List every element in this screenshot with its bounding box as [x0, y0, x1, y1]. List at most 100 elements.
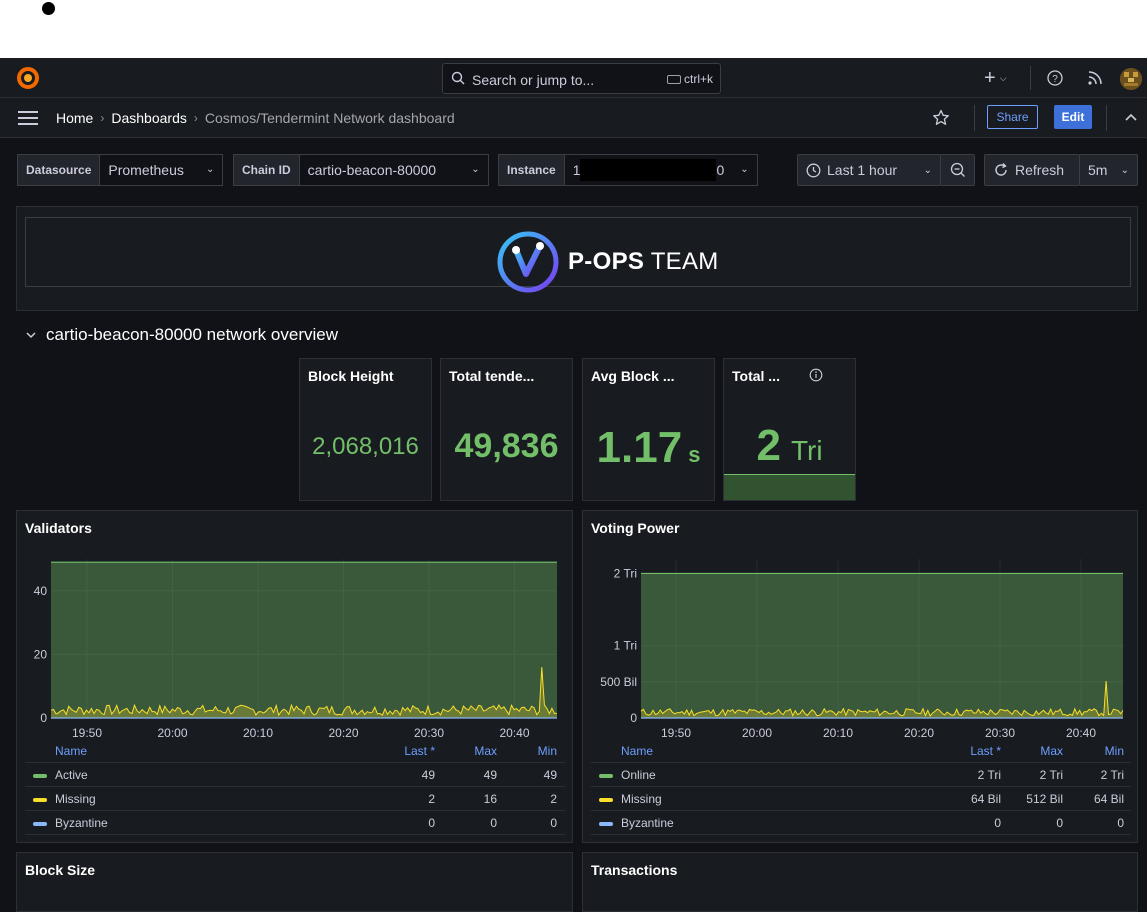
top-bar: Search or jump to... ctrl+k + ⌵ ?	[0, 58, 1147, 98]
chevron-right-icon: ›	[193, 111, 198, 125]
datasource-select[interactable]: Prometheus ⌄	[100, 154, 224, 186]
zoom-out-button[interactable]	[940, 154, 975, 186]
stat-title: Avg Block ...	[591, 368, 675, 384]
block-size-panel[interactable]: Block Size	[16, 852, 573, 912]
news-feed-icon[interactable]	[1087, 70, 1103, 86]
legend-swatch	[33, 821, 47, 826]
stat-panel-total-voting[interactable]: Total ... 2 Tri	[723, 358, 856, 501]
x-tick-label: 19:50	[72, 726, 102, 740]
divider	[591, 762, 1131, 763]
voting-power-chart: 19:50 20:00 20:10 20:20 20:30 20:40 2 Tri 1 Tri…	[600, 559, 1124, 740]
chevron-down-icon: ⌄	[471, 164, 480, 175]
legend-item-byzantine[interactable]: Byzantine	[599, 816, 674, 830]
series-area-online	[641, 573, 1123, 718]
legend-header-last[interactable]: Last *	[387, 744, 435, 758]
stat-unit: s	[688, 442, 701, 467]
legend-swatch	[599, 821, 613, 826]
legend-last: 2 Tri	[977, 768, 1001, 782]
breadcrumb-dashboards[interactable]: Dashboards	[111, 110, 187, 126]
breadcrumb-home[interactable]: Home	[56, 110, 93, 126]
legend-item-online[interactable]: Online	[599, 768, 656, 782]
legend-header-min[interactable]: Min	[517, 744, 557, 758]
user-avatar[interactable]	[1120, 68, 1142, 90]
validators-chart: 19:50 20:00 20:10 20:20 20:30 20:40 40 20 0	[34, 559, 558, 740]
divider	[1030, 66, 1031, 90]
stat-value: 49,836	[454, 427, 559, 465]
voting-power-panel[interactable]: Voting Power 19:50 20:00 20:10 20:20 20:30 20…	[582, 510, 1138, 843]
legend-max: 512 Bil	[1026, 792, 1063, 806]
legend-header-max[interactable]: Max	[457, 744, 497, 758]
stat-panel-block-height[interactable]: Block Height 2,068,016	[299, 358, 432, 501]
search-shortcut: ctrl+k	[666, 72, 713, 86]
chevron-down-icon: ⌄	[205, 164, 215, 175]
divider	[591, 834, 1131, 835]
refresh-label: Refresh	[1015, 162, 1065, 178]
refresh-interval-picker[interactable]: 5m ⌄	[1079, 154, 1138, 186]
x-tick-label: 20:20	[328, 726, 358, 740]
p-ops-logo-icon	[497, 231, 559, 293]
panel-title: Block Size	[25, 862, 96, 878]
chevron-down-icon: ⌄	[923, 164, 932, 176]
legend-last: 64 Bil	[970, 792, 1001, 806]
panel-title: Validators	[25, 520, 92, 536]
legend-last: 49	[421, 768, 435, 782]
chevron-up-icon[interactable]	[1124, 110, 1138, 124]
plus-icon: +	[984, 66, 996, 89]
legend-min: 49	[543, 768, 557, 782]
datasource-value: Prometheus	[108, 162, 184, 178]
legend-header-name[interactable]: Name	[621, 744, 653, 758]
time-range-picker[interactable]: Last 1 hour ⌄	[797, 154, 941, 186]
x-tick-label: 20:10	[823, 726, 853, 740]
validators-panel[interactable]: Validators 19:50 20:00 20:10 20:20 20:30 20:4…	[16, 510, 573, 843]
row-header[interactable]: cartio-beacon-80000 network overview	[26, 325, 338, 345]
share-button[interactable]: Share	[987, 105, 1038, 129]
legend-item-byzantine[interactable]: Byzantine	[33, 816, 108, 830]
chain-id-select[interactable]: cartio-beacon-80000 ⌄	[299, 154, 489, 186]
star-icon[interactable]	[932, 109, 950, 127]
legend-item-missing[interactable]: Missing	[599, 792, 662, 806]
x-tick-label: 20:10	[243, 726, 273, 740]
team-logo: P-OPS TEAM	[496, 230, 719, 294]
legend-swatch	[33, 773, 47, 778]
team-name: P-OPS TEAM	[568, 248, 719, 276]
y-tick-label: 20	[34, 647, 48, 661]
legend-header-min[interactable]: Min	[1076, 744, 1124, 758]
legend-header-max[interactable]: Max	[1015, 744, 1063, 758]
legend-swatch	[599, 797, 613, 802]
legend-name: Missing	[55, 792, 96, 806]
legend-min: 2	[550, 792, 557, 806]
divider	[974, 105, 975, 131]
legend-header-name[interactable]: Name	[55, 744, 87, 758]
divider	[25, 786, 565, 787]
page-top-area	[0, 0, 1147, 58]
y-tick-label: 500 Bil	[600, 675, 637, 689]
legend-item-missing[interactable]: Missing	[33, 792, 96, 806]
help-icon[interactable]: ?	[1047, 70, 1063, 86]
grafana-logo-icon[interactable]	[16, 66, 40, 90]
row-title: cartio-beacon-80000 network overview	[46, 325, 338, 344]
redacted-block	[580, 159, 717, 181]
transactions-panel[interactable]: Transactions	[582, 852, 1138, 912]
bullet-dot	[42, 2, 55, 15]
stat-panel-total-tendermint[interactable]: Total tende... 49,836	[440, 358, 573, 501]
stat-title: Total ...	[732, 368, 780, 384]
divider	[591, 786, 1131, 787]
divider	[25, 834, 565, 835]
search-bar[interactable]: Search or jump to... ctrl+k	[442, 63, 721, 94]
stat-panel-avg-block[interactable]: Avg Block ... 1.17 s	[582, 358, 715, 501]
divider	[25, 810, 565, 811]
series-area-active	[51, 562, 557, 718]
legend-item-active[interactable]: Active	[33, 768, 88, 782]
menu-toggle-icon[interactable]	[18, 111, 38, 129]
add-new-button[interactable]: + ⌵	[984, 58, 1007, 98]
svg-text:?: ?	[1052, 74, 1058, 85]
refresh-button[interactable]: Refresh	[984, 154, 1080, 186]
legend-name: Active	[55, 768, 88, 782]
stat-title: Total tende...	[449, 368, 535, 384]
edit-button[interactable]: Edit	[1054, 105, 1092, 129]
legend-header-last[interactable]: Last *	[953, 744, 1001, 758]
y-tick-label: 2 Tri	[614, 566, 637, 580]
banner-frame: P-OPS TEAM	[25, 217, 1131, 293]
info-icon[interactable]	[809, 368, 823, 382]
instance-select[interactable]: 1 0 ⌄	[564, 154, 758, 186]
